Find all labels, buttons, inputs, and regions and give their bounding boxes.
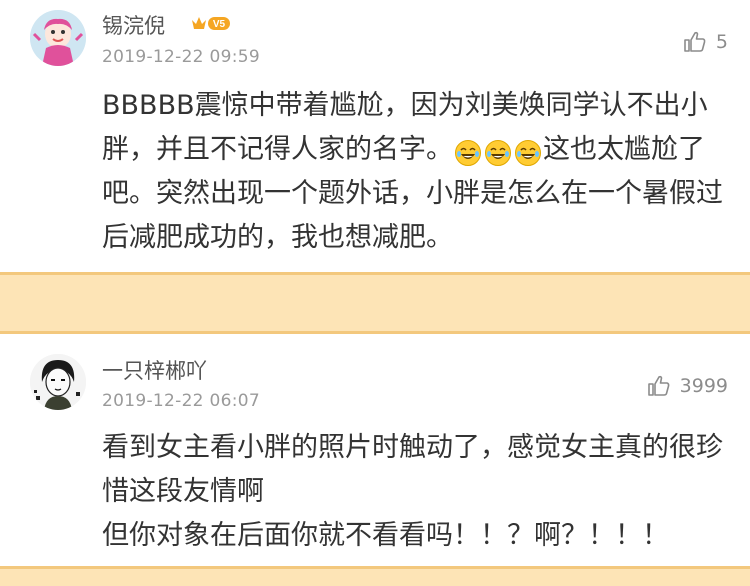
vip-crown-icon: V5 (190, 13, 232, 33)
laughing-crying-emoji (454, 137, 482, 166)
emoji-group (453, 134, 543, 166)
laughing-crying-emoji (484, 137, 512, 166)
thumbs-up-icon (647, 375, 670, 396)
comment-separator (0, 272, 750, 334)
laughing-crying-emoji (514, 137, 542, 166)
comment-text: 看到女主看小胖的照片时触动了，感觉女主真的很珍惜这段友情啊 但你对象在后面你就不… (102, 426, 742, 558)
vip-level: V5 (213, 19, 226, 30)
timestamp: 2019-12-22 09:59 (102, 47, 260, 67)
like-count: 5 (715, 31, 728, 53)
like-button[interactable]: 3999 (647, 374, 728, 398)
like-count: 3999 (679, 375, 728, 397)
comment-item: 锡浣倪 V5 2019-12-22 09:59 5 BBBBB震惊中带着尴尬，因… (0, 0, 750, 272)
like-button[interactable]: 5 (683, 30, 728, 54)
timestamp: 2019-12-22 06:07 (102, 391, 260, 411)
comment-separator (0, 566, 750, 586)
username[interactable]: 锡浣倪 (102, 10, 165, 40)
avatar[interactable] (30, 10, 86, 66)
thumbs-up-icon (684, 31, 706, 52)
comment-text: BBBBB震惊中带着尴尬，因为刘美焕同学认不出小胖，并且不记得人家的名字。 这也太… (102, 84, 742, 260)
username[interactable]: 一只梓郴吖 (102, 355, 207, 385)
avatar[interactable] (30, 354, 86, 410)
comment-text-line: 看到女主看小胖的照片时触动了，感觉女主真的很珍惜这段友情啊 (102, 432, 723, 507)
comment-text-line: 但你对象在后面你就不看看吗！！？啊？！！！ (102, 520, 669, 551)
comment-item: 一只梓郴吖 2019-12-22 06:07 3999 看到女主看小胖的照片时触… (0, 334, 750, 566)
